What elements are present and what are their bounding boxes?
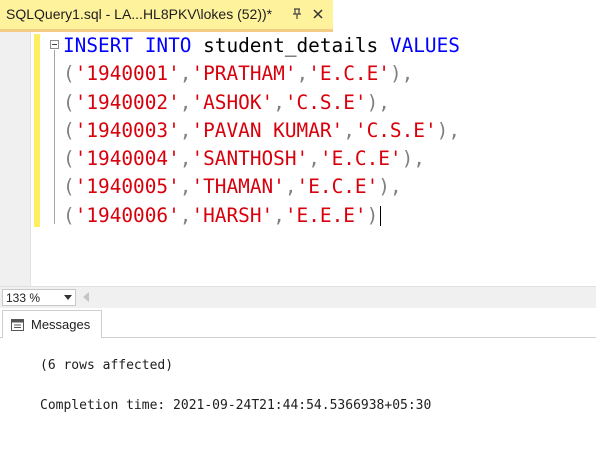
code-line[interactable]: ('1940006','HARSH','E.E.E')	[63, 202, 460, 230]
results-tabbar: Messages	[0, 308, 596, 338]
sql-string: 'HARSH'	[191, 203, 274, 227]
sql-punctuation: ,	[284, 175, 297, 199]
messages-pane: (6 rows affected) Completion time: 2021-…	[0, 338, 596, 472]
sql-string: 'ASHOK'	[191, 90, 274, 114]
sql-punctuation: ,	[179, 175, 192, 199]
sql-punctuation: (	[63, 147, 75, 171]
editor-margin	[0, 32, 30, 286]
sql-code[interactable]: INSERT INTO student_details VALUES ('1940…	[63, 32, 460, 230]
completion-time-text: Completion time: 2021-09-24T21:44:54.536…	[40, 398, 432, 413]
sql-punctuation: ,	[179, 203, 192, 227]
pin-icon[interactable]	[290, 7, 304, 21]
sql-punctuation: (	[63, 203, 75, 227]
code-line[interactable]: ('1940001','PRATHAM','E.C.E'),	[63, 60, 460, 88]
sql-punctuation: ,	[343, 118, 355, 142]
sql-punctuation: )	[366, 203, 379, 227]
sql-string: '1940005'	[74, 175, 180, 199]
change-tracking-bar	[34, 34, 40, 227]
sql-string: '1940002'	[74, 90, 180, 114]
sql-keyword: INSERT	[63, 34, 134, 57]
sql-punctuation: (	[63, 62, 75, 86]
sql-string: 'E.C.E'	[319, 147, 402, 171]
code-line[interactable]: ('1940005','THAMAN','E.C.E'),	[63, 173, 460, 201]
code-line[interactable]: ('1940004','SANTHOSH','E.C.E'),	[63, 145, 460, 173]
tab-messages-label: Messages	[31, 317, 91, 332]
sql-identifier	[133, 34, 145, 57]
sql-punctuation: (	[63, 118, 75, 142]
sql-punctuation: ,	[296, 62, 309, 86]
sql-punctuation: ,	[179, 147, 192, 171]
sql-string: '1940003'	[74, 118, 180, 142]
sql-string: 'THAMAN'	[191, 175, 285, 199]
code-line[interactable]: ('1940003','PAVAN KUMAR','C.S.E'),	[63, 117, 460, 145]
sql-punctuation: ,	[273, 90, 285, 114]
sql-punctuation: ),	[436, 118, 460, 142]
sql-punctuation: (	[63, 175, 75, 199]
text-cursor	[380, 206, 382, 227]
outline-guide	[54, 50, 55, 224]
sql-identifier: student_details	[191, 34, 390, 57]
zoom-value: 133 %	[6, 291, 41, 305]
collapse-outline-icon[interactable]	[50, 40, 59, 49]
sql-keyword: VALUES	[389, 34, 460, 57]
scroll-left-icon[interactable]	[83, 292, 89, 302]
sql-string: 'PAVAN KUMAR'	[191, 118, 344, 142]
sql-string: 'C.S.E'	[354, 118, 437, 142]
sql-string: 'E.C.E'	[308, 62, 390, 86]
sql-string: '1940006'	[74, 203, 180, 227]
sql-punctuation: (	[63, 90, 75, 114]
query-tab-title: SQLQuery1.sql - LA...HL8PKV\lokes (52))*	[6, 6, 273, 22]
sql-string: '1940001'	[74, 62, 180, 86]
sql-punctuation: ),	[378, 175, 402, 199]
document-tabstrip: SQLQuery1.sql - LA...HL8PKV\lokes (52))*	[0, 0, 596, 32]
messages-icon	[11, 319, 24, 331]
sql-punctuation: ,	[273, 203, 285, 227]
query-editor[interactable]: INSERT INTO student_details VALUES ('1940…	[0, 32, 596, 286]
close-icon[interactable]	[311, 7, 325, 21]
sql-punctuation: ,	[308, 147, 320, 171]
code-line[interactable]: ('1940002','ASHOK','C.S.E'),	[63, 89, 460, 117]
code-line[interactable]: INSERT INTO student_details VALUES	[63, 32, 460, 60]
sql-string: 'E.C.E'	[296, 175, 379, 199]
zoom-dropdown[interactable]: 133 %	[2, 289, 76, 306]
query-tab[interactable]: SQLQuery1.sql - LA...HL8PKV\lokes (52))*	[0, 0, 333, 32]
sql-punctuation: ),	[366, 90, 390, 114]
tab-messages[interactable]: Messages	[2, 310, 102, 338]
sql-punctuation: ,	[179, 118, 192, 142]
sql-string: 'SANTHOSH'	[191, 147, 309, 171]
sql-keyword: INTO	[144, 34, 192, 57]
sql-punctuation: ),	[389, 62, 414, 86]
editor-statusbar: 133 %	[0, 286, 596, 308]
sql-string: 'E.E.E'	[284, 203, 367, 227]
sql-string: '1940004'	[74, 147, 180, 171]
sql-punctuation: ,	[179, 62, 192, 86]
chevron-down-icon	[64, 295, 72, 300]
margin-divider	[30, 32, 31, 286]
sql-punctuation: ),	[401, 147, 425, 171]
sql-string: 'PRATHAM'	[191, 62, 297, 86]
rows-affected-text: (6 rows affected)	[40, 358, 174, 373]
sql-punctuation: ,	[179, 90, 192, 114]
sql-string: 'C.S.E'	[284, 90, 367, 114]
